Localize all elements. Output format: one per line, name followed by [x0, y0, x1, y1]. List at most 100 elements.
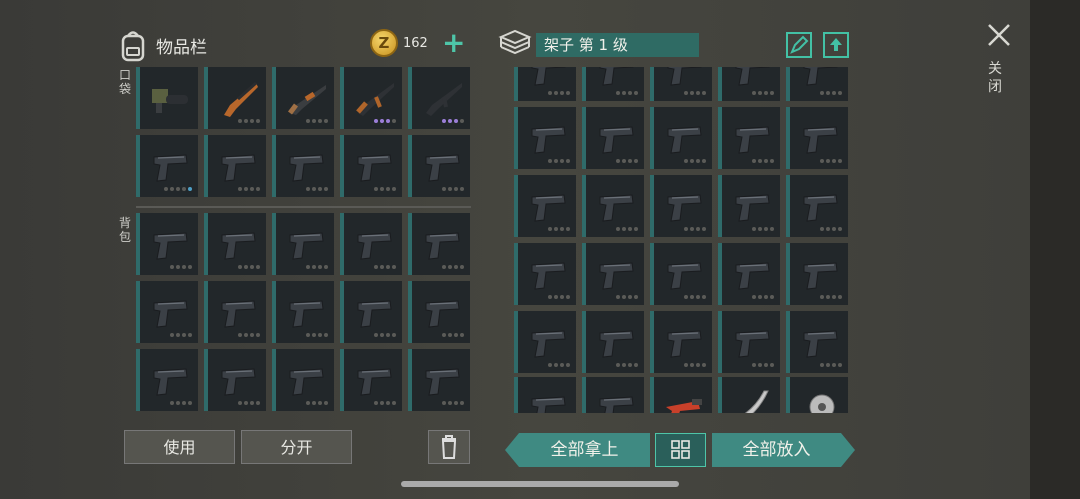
- shelf-slot[interactable]: [582, 67, 644, 101]
- inventory-slot[interactable]: [340, 213, 402, 275]
- close-label[interactable]: 关闭: [988, 60, 1006, 96]
- durability-dots: [238, 333, 260, 337]
- shelf-slot[interactable]: [650, 311, 712, 373]
- inventory-slot[interactable]: [136, 135, 198, 197]
- inventory-slot[interactable]: [408, 349, 470, 411]
- durability-dots: [820, 91, 842, 95]
- pistol-icon: [662, 187, 706, 231]
- inventory-slot[interactable]: [136, 213, 198, 275]
- use-button[interactable]: 使用: [124, 430, 235, 464]
- pistol-icon: [148, 225, 192, 269]
- durability-dots: [752, 91, 774, 95]
- inventory-slot[interactable]: [272, 67, 334, 129]
- pistol-icon: [420, 225, 464, 269]
- inventory-slot[interactable]: [408, 213, 470, 275]
- pistol-icon: [594, 323, 638, 367]
- rename-button[interactable]: [786, 32, 812, 58]
- shelf-slot[interactable]: [786, 311, 848, 373]
- shelf-slot[interactable]: [718, 175, 780, 237]
- durability-dots: [548, 363, 570, 367]
- shelf-slot[interactable]: [718, 311, 780, 373]
- inventory-slot[interactable]: [408, 135, 470, 197]
- shelf-grid: [514, 67, 850, 413]
- pistol-icon: [148, 147, 192, 191]
- inventory-slot[interactable]: [340, 135, 402, 197]
- shelf-slot[interactable]: [514, 311, 576, 373]
- durability-dots: [306, 401, 328, 405]
- pistol-icon: [352, 147, 396, 191]
- shelf-icon: [498, 29, 532, 55]
- take-all-label: 全部拿上: [550, 440, 619, 460]
- inventory-slot[interactable]: [272, 349, 334, 411]
- grid-view-toggle[interactable]: [655, 433, 706, 467]
- shelf-slot[interactable]: [786, 377, 848, 413]
- pistol-icon: [352, 293, 396, 337]
- shotgun-icon: [284, 79, 328, 123]
- shelf-slot[interactable]: [650, 243, 712, 305]
- shelf-slot[interactable]: [718, 67, 780, 101]
- inventory-slot[interactable]: [340, 281, 402, 343]
- trash-button[interactable]: [428, 430, 470, 464]
- inventory-slot[interactable]: [136, 67, 198, 129]
- backpack-icon: [121, 31, 145, 62]
- shelf-slot[interactable]: [786, 107, 848, 169]
- shelf-name-field[interactable]: 架子 第 1 级: [536, 33, 699, 57]
- shelf-slot[interactable]: [514, 175, 576, 237]
- durability-dots: [374, 401, 396, 405]
- shelf-slot[interactable]: [718, 107, 780, 169]
- inventory-slot[interactable]: [408, 67, 470, 129]
- shelf-slot[interactable]: [582, 377, 644, 413]
- durability-dots: [374, 187, 396, 191]
- hunting-rifle-icon: [216, 79, 260, 123]
- pistol-icon: [216, 361, 260, 405]
- inventory-slot[interactable]: [204, 213, 266, 275]
- pistol-icon: [284, 147, 328, 191]
- pistol-icon: [730, 187, 774, 231]
- inventory-slot[interactable]: [272, 281, 334, 343]
- durability-dots: [820, 363, 842, 367]
- durability-dots: [374, 333, 396, 337]
- inventory-slot[interactable]: [204, 135, 266, 197]
- close-icon[interactable]: [986, 22, 1012, 48]
- shelf-slot[interactable]: [514, 377, 576, 413]
- shelf-slot[interactable]: [582, 175, 644, 237]
- inventory-slot[interactable]: [272, 135, 334, 197]
- durability-dots: [442, 401, 464, 405]
- shelf-slot[interactable]: [514, 107, 576, 169]
- durability-dots: [752, 363, 774, 367]
- shelf-slot[interactable]: [650, 377, 712, 413]
- shelf-slot[interactable]: [786, 175, 848, 237]
- durability-dots: [752, 295, 774, 299]
- inventory-slot[interactable]: [340, 349, 402, 411]
- inventory-slot[interactable]: [340, 67, 402, 129]
- shelf-slot[interactable]: [718, 377, 780, 413]
- inventory-slot[interactable]: [272, 213, 334, 275]
- shelf-slot[interactable]: [582, 107, 644, 169]
- split-button[interactable]: 分开: [241, 430, 352, 464]
- inventory-slot[interactable]: [136, 281, 198, 343]
- pistol-icon: [798, 323, 842, 367]
- shelf-slot[interactable]: [650, 175, 712, 237]
- coin-icon: Z: [370, 29, 398, 57]
- shelf-slot[interactable]: [582, 243, 644, 305]
- durability-dots: [820, 295, 842, 299]
- add-coins-button[interactable]: +: [442, 28, 465, 58]
- inventory-slot[interactable]: [204, 67, 266, 129]
- shelf-slot[interactable]: [786, 243, 848, 305]
- upgrade-button[interactable]: [823, 32, 849, 58]
- shelf-slot[interactable]: [582, 311, 644, 373]
- pockets-label: 口袋: [119, 68, 132, 96]
- shelf-slot[interactable]: [650, 107, 712, 169]
- shelf-slot[interactable]: [786, 67, 848, 101]
- grenade-launcher-icon: [148, 79, 192, 123]
- durability-dots: [548, 91, 570, 95]
- inventory-slot[interactable]: [136, 349, 198, 411]
- inventory-slot[interactable]: [204, 281, 266, 343]
- shelf-slot[interactable]: [718, 243, 780, 305]
- shelf-slot[interactable]: [514, 243, 576, 305]
- shelf-slot[interactable]: [514, 67, 576, 101]
- durability-dots: [820, 159, 842, 163]
- shelf-slot[interactable]: [650, 67, 712, 101]
- inventory-slot[interactable]: [408, 281, 470, 343]
- inventory-slot[interactable]: [204, 349, 266, 411]
